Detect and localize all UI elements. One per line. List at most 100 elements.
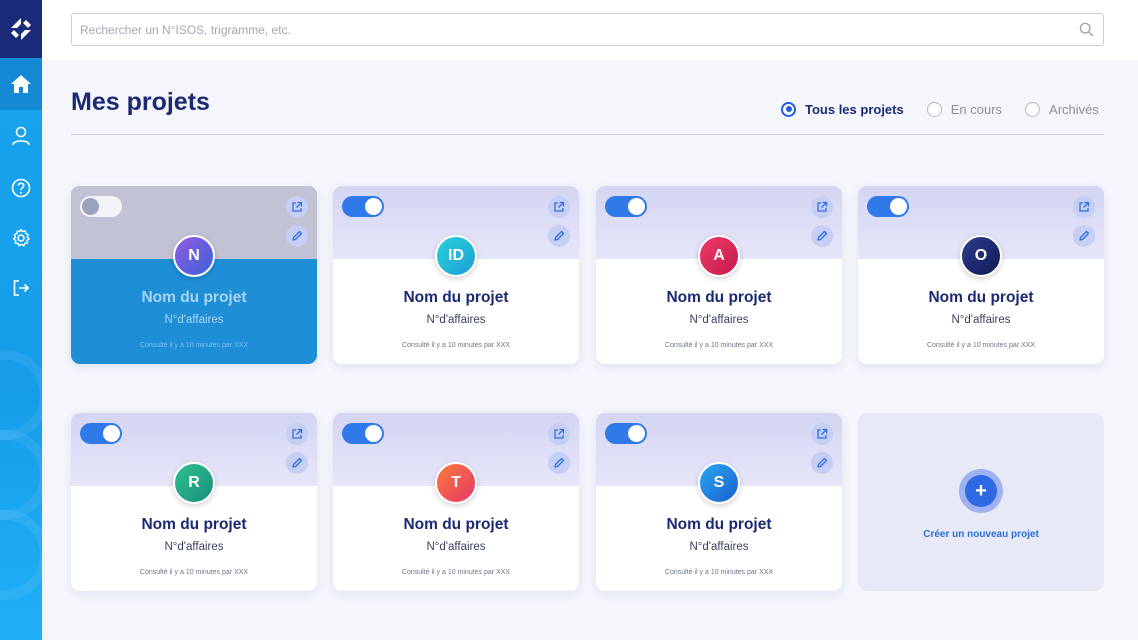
nav-item-profile[interactable]	[0, 110, 42, 162]
project-card[interactable]: S Nom du projet N°d'affaires Consulté il…	[596, 413, 842, 591]
project-last-viewed: Consulté il y a 10 minutes par XXX	[926, 342, 1036, 349]
open-external-button[interactable]	[286, 423, 308, 445]
external-link-icon	[817, 201, 828, 212]
external-link-icon	[292, 428, 303, 439]
project-avatar: O	[960, 235, 1002, 277]
radio-icon	[926, 101, 942, 117]
project-avatar: R	[173, 462, 215, 504]
nav-item-settings[interactable]	[0, 212, 42, 264]
open-external-button[interactable]	[811, 196, 833, 218]
project-toggle[interactable]	[342, 423, 384, 444]
project-number: N°d'affaires	[689, 541, 749, 553]
plus-icon: +	[965, 475, 997, 507]
project-toggle[interactable]	[80, 196, 122, 217]
gear-icon	[12, 228, 30, 247]
project-name: Nom du projet	[141, 516, 247, 533]
filter-all-projects[interactable]: Tous les projets	[781, 101, 904, 117]
project-last-viewed: Consulté il y a 10 minutes par XXX	[139, 342, 249, 349]
nav-item-home[interactable]	[0, 58, 42, 110]
project-name: Nom du projet	[403, 516, 509, 533]
project-toggle[interactable]	[80, 423, 122, 444]
project-toggle[interactable]	[342, 196, 384, 217]
filter-archived[interactable]: Archivés	[1025, 101, 1099, 117]
edit-button[interactable]	[548, 225, 570, 247]
nav-item-logout[interactable]	[0, 262, 42, 314]
sidebar	[0, 0, 42, 640]
project-card[interactable]: T Nom du projet N°d'affaires Consulté il…	[333, 413, 579, 591]
app-logo[interactable]	[0, 0, 42, 58]
open-external-button[interactable]	[548, 423, 570, 445]
external-link-icon	[292, 201, 303, 212]
project-card[interactable]: A Nom du projet N°d'affaires Consulté il…	[596, 186, 842, 364]
project-card[interactable]: O Nom du projet N°d'affaires Consulté il…	[858, 186, 1104, 364]
project-number: N°d'affaires	[164, 541, 224, 553]
project-avatar: N	[173, 235, 215, 277]
external-link-icon	[1079, 201, 1090, 212]
open-external-button[interactable]	[811, 423, 833, 445]
project-number: N°d'affaires	[951, 314, 1011, 326]
top-bar	[42, 0, 1138, 60]
filter-label: Archivés	[1049, 101, 1099, 117]
pencil-icon	[554, 230, 565, 241]
project-last-viewed: Consulté il y a 10 minutes par XXX	[401, 342, 511, 349]
search-icon[interactable]	[1079, 22, 1094, 42]
edit-button[interactable]	[1073, 225, 1095, 247]
project-filter: Tous les projets En cours Archivés	[781, 99, 1099, 119]
project-avatar: S	[698, 462, 740, 504]
nav-item-help[interactable]	[0, 162, 42, 214]
project-toggle[interactable]	[605, 423, 647, 444]
pencil-icon	[554, 457, 565, 468]
project-number: N°d'affaires	[689, 314, 749, 326]
external-link-icon	[554, 201, 565, 212]
pencil-icon	[817, 230, 828, 241]
logo-icon	[11, 18, 31, 40]
open-external-button[interactable]	[1073, 196, 1095, 218]
filter-in-progress[interactable]: En cours	[926, 101, 1003, 117]
home-icon	[11, 75, 31, 93]
radio-icon	[781, 101, 796, 117]
filter-label: Tous les projets	[805, 101, 904, 117]
sidebar-decoration	[0, 510, 42, 600]
create-project-button[interactable]: +	[959, 469, 1003, 513]
edit-button[interactable]	[286, 225, 308, 247]
project-avatar: T	[435, 462, 477, 504]
edit-button[interactable]	[548, 452, 570, 474]
project-card[interactable]: ID Nom du projet N°d'affaires Consulté i…	[333, 186, 579, 364]
search-box	[71, 13, 1104, 46]
project-last-viewed: Consulté il y a 10 minutes par XXX	[664, 569, 774, 576]
sidebar-decoration	[0, 430, 42, 520]
search-input[interactable]	[80, 14, 1070, 45]
radio-icon	[1025, 101, 1041, 117]
project-name: Nom du projet	[928, 289, 1034, 306]
project-last-viewed: Consulté il y a 10 minutes par XXX	[139, 569, 249, 576]
project-avatar: ID	[435, 235, 477, 277]
page-title: Mes projets	[71, 88, 210, 116]
project-toggle[interactable]	[605, 196, 647, 217]
open-external-button[interactable]	[548, 196, 570, 218]
pencil-icon	[817, 457, 828, 468]
open-external-button[interactable]	[286, 196, 308, 218]
edit-button[interactable]	[811, 225, 833, 247]
edit-button[interactable]	[811, 452, 833, 474]
user-icon	[12, 126, 30, 146]
filter-label: En cours	[950, 101, 1003, 117]
project-number: N°d'affaires	[426, 541, 486, 553]
project-name: Nom du projet	[403, 289, 509, 306]
pencil-icon	[292, 457, 303, 468]
create-project-label: Créer un nouveau projet	[923, 529, 1039, 540]
project-card[interactable]: N Nom du projet N°d'affaires Consulté il…	[71, 186, 317, 364]
external-link-icon	[817, 428, 828, 439]
sidebar-decoration	[0, 350, 42, 440]
project-name: Nom du projet	[666, 289, 772, 306]
help-icon	[11, 178, 31, 198]
project-last-viewed: Consulté il y a 10 minutes par XXX	[401, 569, 511, 576]
project-toggle[interactable]	[867, 196, 909, 217]
project-last-viewed: Consulté il y a 10 minutes par XXX	[664, 342, 774, 349]
pencil-icon	[292, 230, 303, 241]
external-link-icon	[554, 428, 565, 439]
create-project-card[interactable]: + Créer un nouveau projet	[858, 413, 1104, 591]
edit-button[interactable]	[286, 452, 308, 474]
project-card[interactable]: R Nom du projet N°d'affaires Consulté il…	[71, 413, 317, 591]
title-divider	[71, 134, 1104, 135]
project-avatar: A	[698, 235, 740, 277]
